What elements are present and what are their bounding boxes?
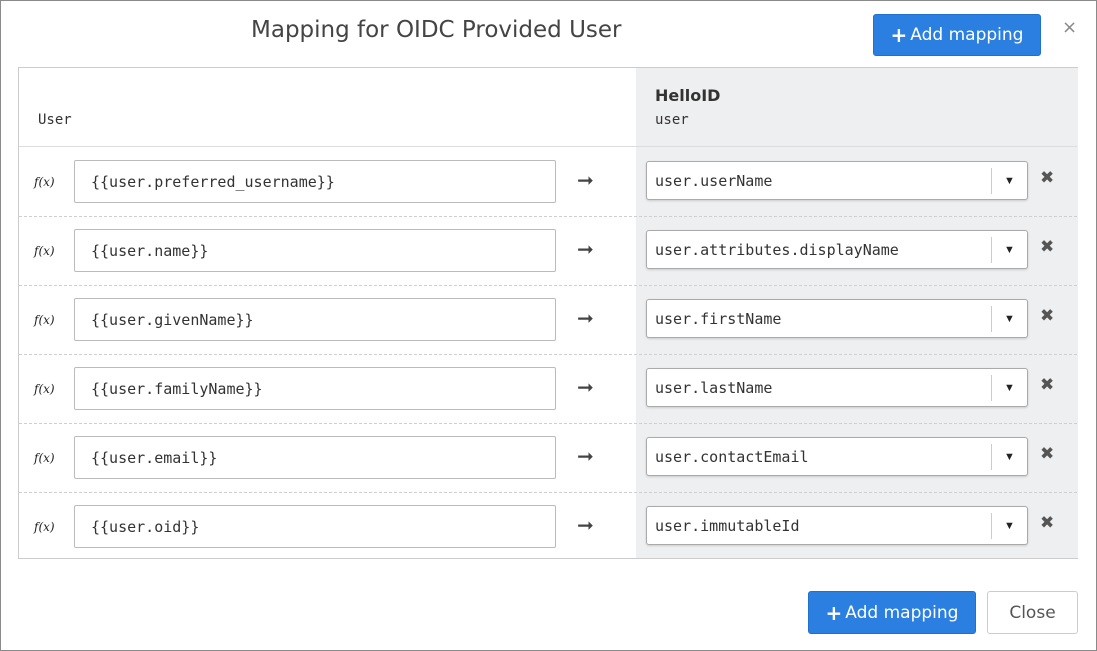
- add-mapping-button-bottom[interactable]: + Add mapping: [808, 591, 976, 634]
- remove-icon[interactable]: ✖: [1040, 513, 1054, 533]
- mapping-row: f(x) {{user.preferred_username}} ➞ user.use…: [19, 148, 1077, 217]
- target-column-label: user: [655, 112, 689, 128]
- arrow-right-icon: ➞: [577, 513, 594, 537]
- source-expression-input[interactable]: {{user.name}}: [74, 229, 556, 272]
- target-field-select[interactable]: user.userName ▼: [646, 161, 1028, 200]
- add-mapping-button-top[interactable]: + Add mapping: [873, 14, 1041, 56]
- chevron-down-icon[interactable]: ▼: [991, 237, 1027, 263]
- chevron-down-icon[interactable]: ▼: [991, 375, 1027, 401]
- mapping-header: User HelloID user: [19, 68, 1077, 147]
- close-icon[interactable]: ×: [1062, 17, 1077, 38]
- remove-icon[interactable]: ✖: [1040, 375, 1054, 395]
- source-column-label: User: [38, 112, 72, 128]
- source-expression-input[interactable]: {{user.oid}}: [74, 505, 556, 548]
- arrow-right-icon: ➞: [577, 168, 594, 192]
- arrow-right-icon: ➞: [577, 237, 594, 261]
- target-field-value: user.contactEmail: [655, 447, 809, 466]
- source-expression-input[interactable]: {{user.preferred_username}}: [74, 160, 556, 203]
- target-field-value: user.immutableId: [655, 516, 800, 535]
- remove-icon[interactable]: ✖: [1040, 237, 1054, 257]
- target-field-value: user.lastName: [655, 378, 773, 397]
- add-mapping-label: Add mapping: [845, 602, 959, 623]
- target-field-value: user.userName: [655, 171, 773, 190]
- plus-icon: +: [825, 600, 843, 625]
- target-field-select[interactable]: user.contactEmail ▼: [646, 437, 1028, 476]
- mapping-row: f(x) {{user.name}} ➞ user.attributes.displa…: [19, 217, 1077, 286]
- function-icon[interactable]: f(x): [34, 520, 55, 534]
- source-expression-input[interactable]: {{user.familyName}}: [74, 367, 556, 410]
- chevron-down-icon[interactable]: ▼: [991, 513, 1027, 539]
- mapping-dialog: Mapping for OIDC Provided User + Add map…: [0, 0, 1097, 651]
- target-column-title: HelloID: [655, 86, 721, 105]
- add-mapping-label: Add mapping: [910, 25, 1024, 45]
- mapping-row: f(x) {{user.oid}} ➞ user.immutableId ▼ ✖: [19, 493, 1077, 562]
- plus-icon: +: [890, 23, 908, 47]
- remove-icon[interactable]: ✖: [1040, 306, 1054, 326]
- mapping-row: f(x) {{user.givenName}} ➞ user.firstName ▼ ✖: [19, 286, 1077, 355]
- function-icon[interactable]: f(x): [34, 244, 55, 258]
- mapping-row: f(x) {{user.email}} ➞ user.contactEmail ▼ ✖: [19, 424, 1077, 493]
- remove-icon[interactable]: ✖: [1040, 444, 1054, 464]
- dialog-title: Mapping for OIDC Provided User: [251, 17, 622, 43]
- target-field-select[interactable]: user.attributes.displayName ▼: [646, 230, 1028, 269]
- remove-icon[interactable]: ✖: [1040, 168, 1054, 188]
- function-icon[interactable]: f(x): [34, 451, 55, 465]
- target-field-select[interactable]: user.immutableId ▼: [646, 506, 1028, 545]
- chevron-down-icon[interactable]: ▼: [991, 444, 1027, 470]
- target-field-value: user.firstName: [655, 309, 782, 328]
- target-field-select[interactable]: user.lastName ▼: [646, 368, 1028, 407]
- target-field-value: user.attributes.displayName: [655, 240, 899, 259]
- mapping-panel: User HelloID user f(x) {{user.preferred_u…: [18, 67, 1078, 559]
- source-expression-input[interactable]: {{user.givenName}}: [74, 298, 556, 341]
- mapping-row: f(x) {{user.familyName}} ➞ user.lastName ▼ ✖: [19, 355, 1077, 424]
- function-icon[interactable]: f(x): [34, 382, 55, 396]
- close-button[interactable]: Close: [987, 591, 1078, 634]
- function-icon[interactable]: f(x): [34, 175, 55, 189]
- arrow-right-icon: ➞: [577, 444, 594, 468]
- target-field-select[interactable]: user.firstName ▼: [646, 299, 1028, 338]
- chevron-down-icon[interactable]: ▼: [991, 168, 1027, 194]
- arrow-right-icon: ➞: [577, 306, 594, 330]
- function-icon[interactable]: f(x): [34, 313, 55, 327]
- arrow-right-icon: ➞: [577, 375, 594, 399]
- source-expression-input[interactable]: {{user.email}}: [74, 436, 556, 479]
- chevron-down-icon[interactable]: ▼: [991, 306, 1027, 332]
